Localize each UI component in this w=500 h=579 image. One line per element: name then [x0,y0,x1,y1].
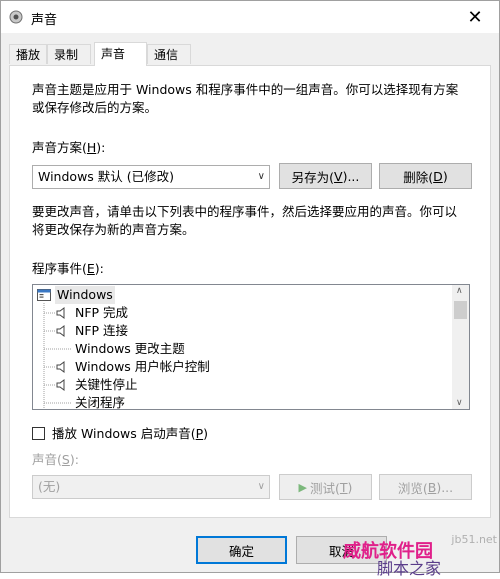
sound-label: 声音(S): [32,452,79,467]
play-icon: ▶ [298,480,308,494]
instructions-line-2: 将更改保存为新的声音方案。 [32,222,195,237]
tab-recording[interactable]: 录制 [47,44,91,64]
program-events-list[interactable]: Windows NFP 完成 NFP 连接 Windows 更改主题 Windo… [32,284,470,410]
tab-playback[interactable]: 播放 [9,44,47,64]
tab-sounds[interactable]: 声音 [94,42,147,66]
startup-sound-label[interactable]: 播放 Windows 启动声音(P) [52,424,208,444]
test-button[interactable]: ▶ 测试(T) [279,474,372,500]
close-button[interactable]: ✕ [457,3,493,31]
scheme-select[interactable]: Windows 默认 (已修改) ∨ [32,165,270,189]
save-as-button[interactable]: 另存为(V)... [279,163,372,189]
startup-sound-checkbox[interactable] [32,427,45,440]
scroll-up-icon[interactable]: ∧ [456,286,463,296]
events-label: 程序事件(E): [32,261,104,276]
scheme-select-value: Windows 默认 (已修改) [38,169,174,184]
watermark-line-2: 脚本之家 [377,559,442,578]
window-title: 声音 [31,13,58,28]
speaker-app-icon [9,10,23,24]
title-bar: 声音 ✕ [1,1,499,33]
sound-select-value: (无) [38,479,61,494]
scrollbar-thumb[interactable] [454,301,467,319]
watermark: jb51.net 威航软件园 脚本之家 [337,531,500,578]
scheme-label: 声音方案(H): [32,140,106,155]
chevron-down-icon: ∨ [257,171,265,182]
description-line-1: 声音主题是应用于 Windows 和程序事件中的一组声音。你可以选择现有方案 [32,82,459,97]
instructions-line-1: 要更改声音，请单击以下列表中的程序事件，然后选择要应用的声音。你可以 [32,204,458,219]
vertical-scrollbar[interactable]: ∧ ∨ [452,285,469,409]
browse-button[interactable]: 浏览(B)... [379,474,472,500]
delete-button[interactable]: 删除(D) [379,163,472,189]
tab-communications[interactable]: 通信 [147,44,191,64]
scroll-down-icon[interactable]: ∨ [456,398,463,408]
sound-select[interactable]: (无) ∨ [32,475,270,499]
sound-dialog: 声音 ✕ 播放 录制 声音 通信 声音主题是应用于 Windows 和程序事件中… [0,0,500,578]
chevron-down-icon: ∨ [257,481,265,492]
tree-lines [43,303,71,409]
watermark-site: jb51.net [451,533,497,546]
close-icon: ✕ [467,6,483,28]
description-line-2: 或保存修改后的方案。 [32,100,158,115]
ok-button[interactable]: 确定 [196,536,287,564]
sounds-panel: 声音主题是应用于 Windows 和程序事件中的一组声音。你可以选择现有方案 或… [9,65,491,518]
